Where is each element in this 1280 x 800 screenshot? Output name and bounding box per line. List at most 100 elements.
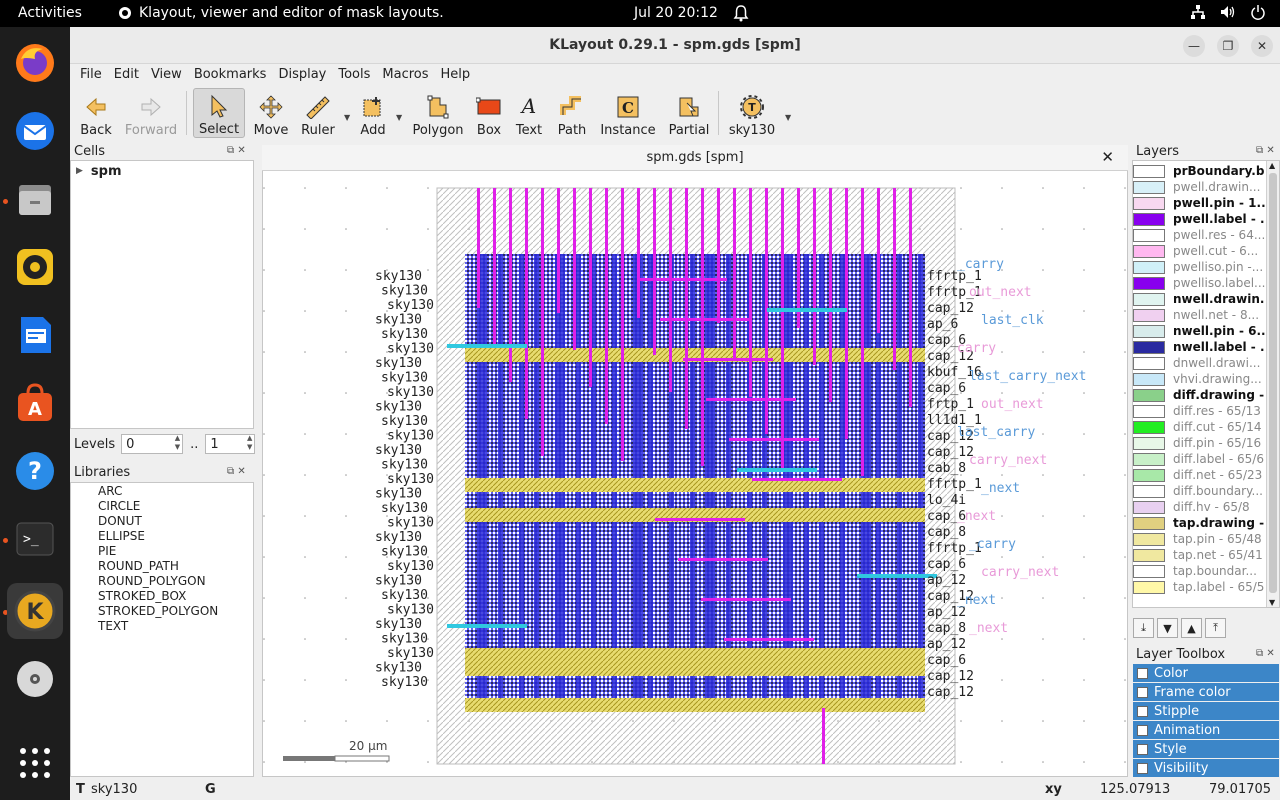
cell-tree-item[interactable]: ▶ spm	[76, 164, 122, 179]
clock[interactable]: Jul 20 20:12	[634, 5, 718, 21]
layer-row[interactable]: dnwell.drawi...	[1133, 355, 1265, 371]
toolbox-color[interactable]: Color	[1133, 664, 1279, 682]
text-tool-button[interactable]: A Text	[513, 88, 545, 138]
layer-swatch[interactable]	[1133, 404, 1165, 418]
move-to-bottom-icon[interactable]: ⤓	[1133, 618, 1154, 638]
toolbox-visibility[interactable]: Visibility	[1133, 759, 1279, 777]
layer-swatch[interactable]	[1133, 292, 1165, 306]
layer-row[interactable]: pwell.cut - 6...	[1133, 243, 1265, 259]
toolbox-frame-color[interactable]: Frame color	[1133, 683, 1279, 701]
layer-row[interactable]: tap.pin - 65/48	[1133, 531, 1265, 547]
layer-swatch[interactable]	[1133, 548, 1165, 562]
layer-swatch[interactable]	[1133, 308, 1165, 322]
layer-row[interactable]: diff.hv - 65/8	[1133, 499, 1265, 515]
forward-button[interactable]: Forward	[125, 88, 177, 138]
layer-swatch[interactable]	[1133, 468, 1165, 482]
menu-bookmarks[interactable]: Bookmarks	[188, 67, 273, 82]
layer-swatch[interactable]	[1133, 484, 1165, 498]
layer-swatch[interactable]	[1133, 564, 1165, 578]
add-dropdown-icon[interactable]: ▼	[396, 113, 402, 122]
layer-swatch[interactable]	[1133, 324, 1165, 338]
layer-row[interactable]: tap.net - 65/41	[1133, 547, 1265, 563]
layer-row[interactable]: diff.drawing -...	[1133, 387, 1265, 403]
layer-swatch[interactable]	[1133, 532, 1165, 546]
layer-row[interactable]: pwelliso.pin -...	[1133, 259, 1265, 275]
layer-row[interactable]: tap.label - 65/5	[1133, 579, 1265, 595]
klayout-icon[interactable]: K	[7, 583, 63, 639]
spin-arrows-icon[interactable]: ▲ ▼	[175, 434, 180, 452]
layer-swatch[interactable]	[1133, 180, 1165, 194]
checkbox[interactable]	[1137, 705, 1148, 717]
close-tab-icon[interactable]: ✕	[1101, 148, 1114, 166]
checkbox[interactable]	[1137, 743, 1148, 755]
move-tool-button[interactable]: Move	[253, 88, 289, 138]
checkbox[interactable]	[1137, 724, 1148, 736]
layer-swatch[interactable]	[1133, 452, 1165, 466]
layer-row[interactable]: diff.net - 65/23	[1133, 467, 1265, 483]
library-item[interactable]: ROUND_POLYGON	[98, 574, 218, 589]
checkbox[interactable]	[1137, 762, 1148, 774]
firefox-icon[interactable]	[7, 35, 63, 91]
scroll-up-icon[interactable]: ▲	[1269, 161, 1275, 170]
files-icon[interactable]	[7, 171, 63, 227]
checkbox[interactable]	[1137, 667, 1148, 679]
levels-to-spinbox[interactable]: 1 ▲ ▼	[205, 434, 256, 454]
layout-tab-title[interactable]: spm.gds [spm]	[262, 150, 1128, 165]
layer-row[interactable]: pwelliso.label...	[1133, 275, 1265, 291]
menu-display[interactable]: Display	[272, 67, 332, 82]
cells-tree[interactable]: ▶ spm	[70, 160, 254, 429]
show-apps-icon[interactable]	[7, 735, 63, 791]
toolbox-animation[interactable]: Animation	[1133, 721, 1279, 739]
layer-row[interactable]: diff.res - 65/13	[1133, 403, 1265, 419]
move-down-icon[interactable]: ▼	[1157, 618, 1178, 638]
menu-file[interactable]: File	[74, 67, 108, 82]
library-item[interactable]: ROUND_PATH	[98, 559, 218, 574]
layer-swatch[interactable]	[1133, 516, 1165, 530]
library-item[interactable]: ARC	[98, 484, 218, 499]
writer-icon[interactable]	[7, 307, 63, 363]
activities-button[interactable]: Activities	[18, 5, 82, 21]
layer-row[interactable]: tap.drawing -...	[1133, 515, 1265, 531]
library-item[interactable]: ELLIPSE	[98, 529, 218, 544]
app-center-icon[interactable]: A	[7, 375, 63, 431]
layer-row[interactable]: pwell.drawin...	[1133, 179, 1265, 195]
menu-macros[interactable]: Macros	[376, 67, 434, 82]
disc-icon[interactable]	[7, 651, 63, 707]
partial-tool-button[interactable]: Partial	[667, 88, 711, 138]
layout-canvas[interactable]: sky130 sky130 sky130 sky130 sky130 sky130 sky1…	[262, 145, 1128, 777]
libraries-list[interactable]: ARC CIRCLE DONUT ELLIPSE PIE ROUND_PATH …	[70, 482, 254, 777]
layer-swatch[interactable]	[1133, 228, 1165, 242]
layer-row[interactable]: vhvi.drawing...	[1133, 371, 1265, 387]
expand-arrow-icon[interactable]: ▶	[76, 166, 83, 179]
layer-swatch[interactable]	[1133, 260, 1165, 274]
layer-row[interactable]: nwell.net - 8...	[1133, 307, 1265, 323]
layers-list[interactable]: prBoundary.b... pwell.drawin... pwell.pin …	[1132, 160, 1280, 608]
toolbox-stipple[interactable]: Stipple	[1133, 702, 1279, 720]
menu-view[interactable]: View	[145, 67, 188, 82]
cells-float-icon[interactable]: ⧉ ✕	[227, 145, 246, 156]
layer-swatch[interactable]	[1133, 420, 1165, 434]
layer-row[interactable]: pwell.res - 64...	[1133, 227, 1265, 243]
layer-swatch[interactable]	[1133, 340, 1165, 354]
library-item[interactable]: CIRCLE	[98, 499, 218, 514]
layer-swatch[interactable]	[1133, 212, 1165, 226]
layer-swatch[interactable]	[1133, 436, 1165, 450]
system-tray[interactable]	[1190, 4, 1266, 20]
layer-row[interactable]: prBoundary.b...	[1133, 163, 1265, 179]
rhythmbox-icon[interactable]	[7, 239, 63, 295]
layer-swatch[interactable]	[1133, 388, 1165, 402]
layer-swatch[interactable]	[1133, 580, 1165, 594]
layer-row[interactable]: pwell.label - ...	[1133, 211, 1265, 227]
close-window-button[interactable]: ✕	[1251, 35, 1273, 57]
thunderbird-icon[interactable]	[7, 103, 63, 159]
notification-bell-icon[interactable]	[733, 4, 749, 26]
menu-tools[interactable]: Tools	[332, 67, 376, 82]
toolbox-style[interactable]: Style	[1133, 740, 1279, 758]
scroll-thumb[interactable]	[1269, 173, 1277, 593]
ruler-dropdown-icon[interactable]: ▼	[344, 113, 350, 122]
add-tool-button[interactable]: Add	[357, 88, 389, 138]
path-tool-button[interactable]: Path	[556, 88, 588, 138]
checkbox[interactable]	[1137, 686, 1148, 698]
menu-help[interactable]: Help	[435, 67, 477, 82]
layers-scrollbar[interactable]: ▲ ▼	[1266, 161, 1279, 607]
